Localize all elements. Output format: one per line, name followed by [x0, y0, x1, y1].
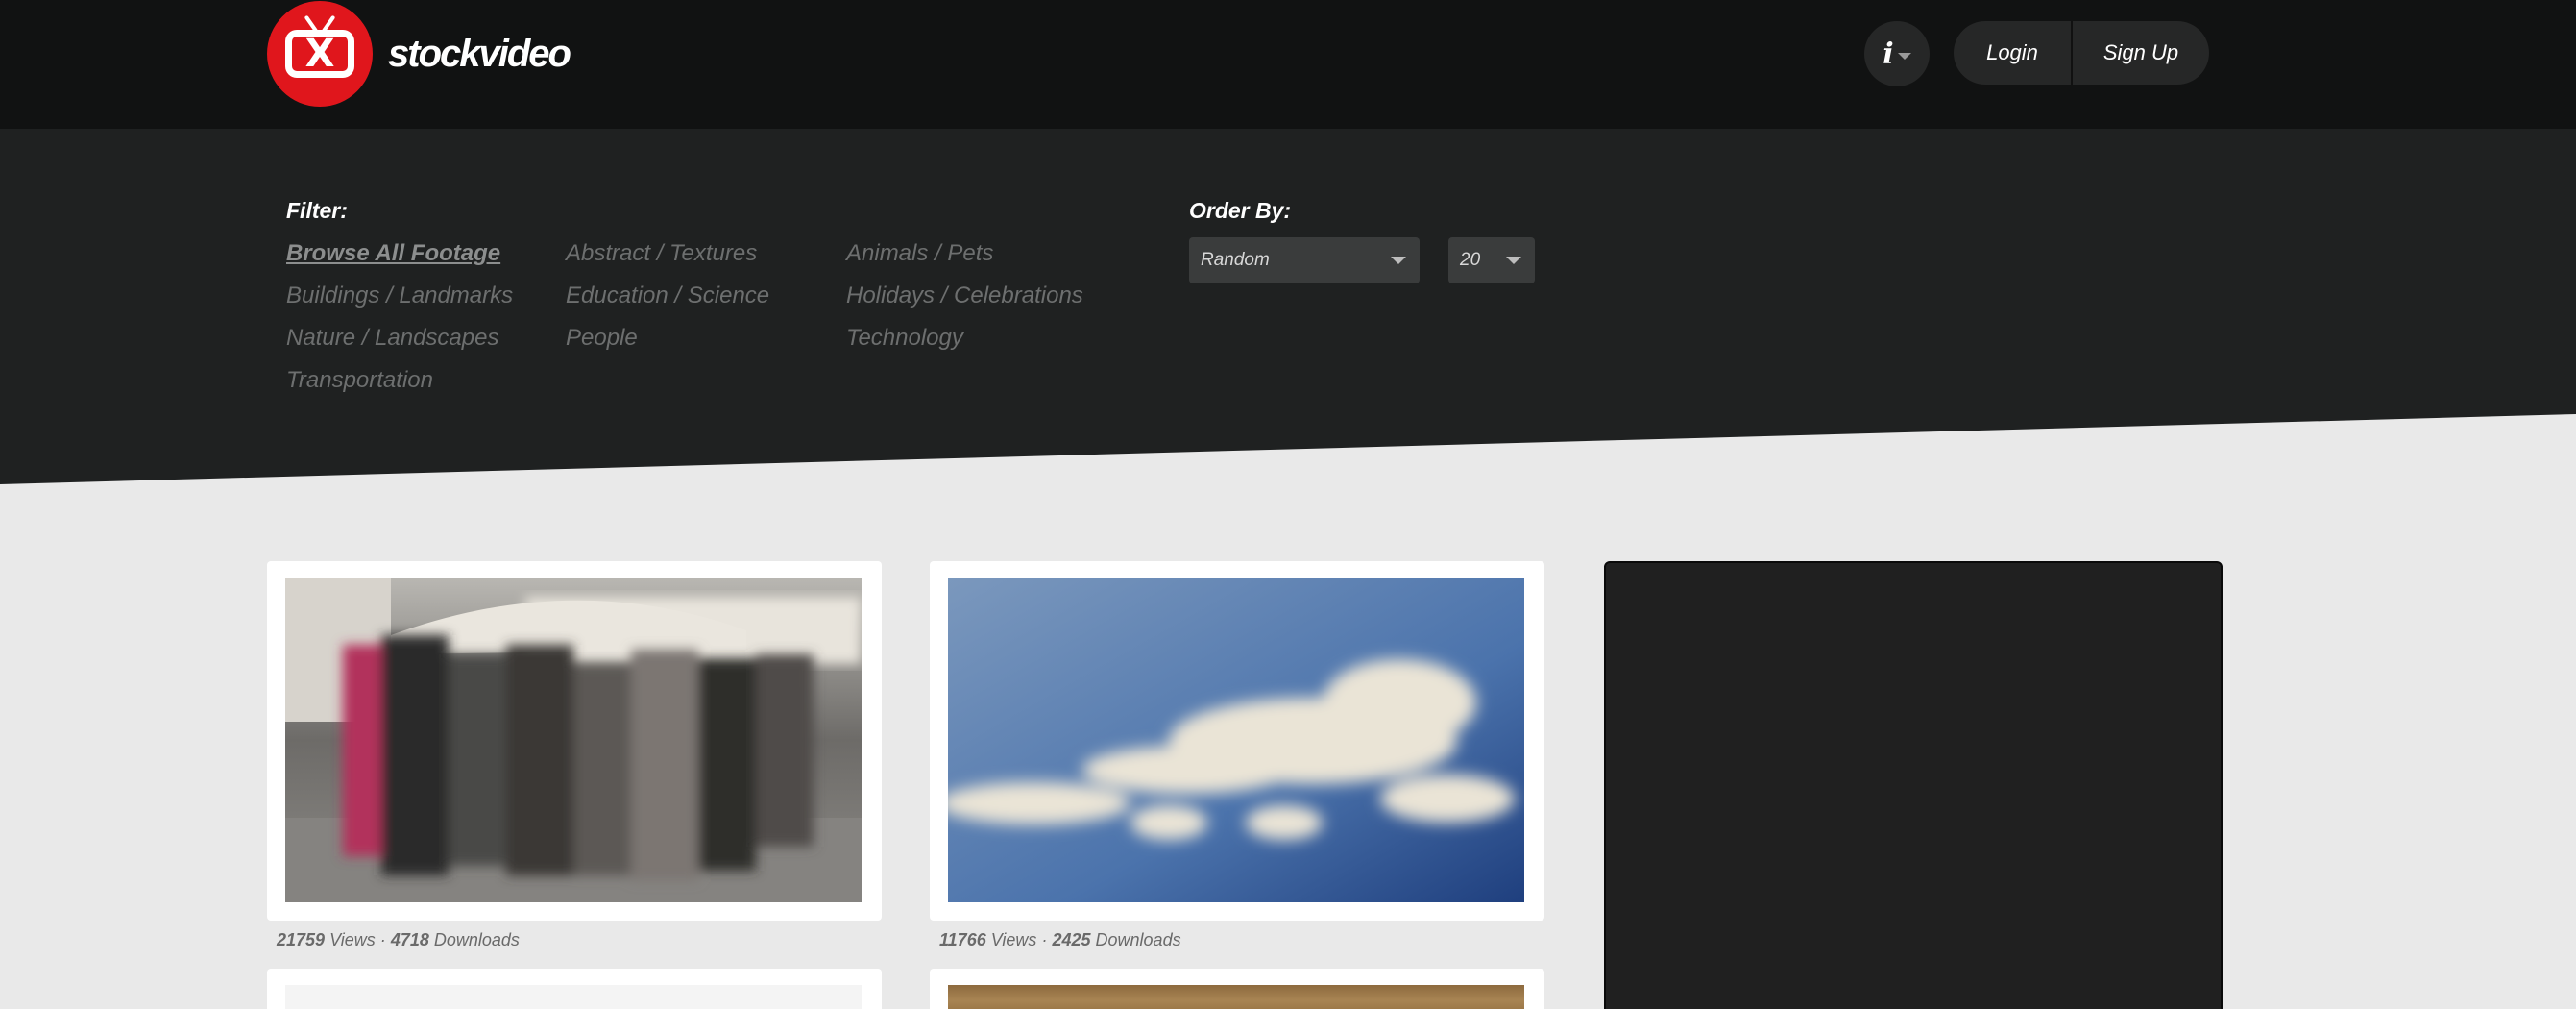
sidebar-ad-panel: [1604, 561, 2223, 1009]
video-card[interactable]: [267, 969, 882, 1009]
per-page-value: 20: [1460, 250, 1481, 270]
views-count: 21759: [277, 930, 326, 949]
filter-nature-landscapes[interactable]: Nature / Landscapes: [286, 325, 498, 352]
info-icon: i: [1883, 37, 1894, 71]
filter-label: Filter:: [286, 198, 348, 223]
views-label: Views: [990, 930, 1037, 949]
downloads-count: 2425: [1052, 930, 1091, 949]
site-logo[interactable]: X stockvideo: [267, 0, 571, 108]
filter-browse-all[interactable]: Browse All Footage: [286, 240, 500, 267]
sort-order-value: Random: [1201, 250, 1270, 270]
stats-separator: ·: [1041, 930, 1048, 949]
caret-down-icon: [1391, 257, 1406, 264]
video-thumbnail[interactable]: [948, 985, 1524, 1009]
views-count: 11766: [939, 930, 986, 949]
filter-buildings-landmarks[interactable]: Buildings / Landmarks: [286, 283, 513, 309]
login-button[interactable]: Login: [1954, 21, 2073, 85]
video-stats: 11766 Views · 2425 Downloads: [939, 930, 1181, 950]
downloads-count: 4718: [390, 930, 429, 949]
tv-logo-icon: X: [267, 1, 373, 107]
views-label: Views: [329, 930, 376, 949]
caret-down-icon: [1897, 52, 1911, 60]
video-card[interactable]: [930, 969, 1544, 1009]
filter-people[interactable]: People: [566, 325, 638, 352]
filter-animals-pets[interactable]: Animals / Pets: [846, 240, 993, 267]
brand-name: stockvideo: [388, 32, 571, 75]
site-header: X stockvideo i Login Sign Up: [0, 0, 2576, 129]
video-stats: 21759 Views · 4718 Downloads: [277, 930, 520, 950]
info-menu-button[interactable]: i: [1864, 21, 1930, 86]
caret-down-icon: [1506, 257, 1521, 264]
video-card[interactable]: [267, 561, 882, 921]
video-thumbnail-clouds[interactable]: [948, 578, 1524, 902]
video-thumbnail-crowd[interactable]: [285, 578, 862, 902]
filter-transportation[interactable]: Transportation: [286, 367, 433, 394]
video-thumbnail[interactable]: [285, 985, 862, 1009]
sort-order-select[interactable]: Random: [1189, 237, 1420, 283]
filter-holidays-celebrations[interactable]: Holidays / Celebrations: [846, 283, 1083, 309]
per-page-select[interactable]: 20: [1448, 237, 1535, 283]
video-card[interactable]: [930, 561, 1544, 921]
downloads-label: Downloads: [433, 930, 520, 949]
order-by-label: Order By:: [1189, 198, 1292, 223]
downloads-label: Downloads: [1095, 930, 1181, 949]
filter-abstract-textures[interactable]: Abstract / Textures: [566, 240, 757, 267]
filter-technology[interactable]: Technology: [846, 325, 963, 352]
signup-button[interactable]: Sign Up: [2073, 21, 2209, 85]
auth-buttons: Login Sign Up: [1954, 21, 2209, 85]
filter-education-science[interactable]: Education / Science: [566, 283, 769, 309]
stats-separator: ·: [379, 930, 386, 949]
